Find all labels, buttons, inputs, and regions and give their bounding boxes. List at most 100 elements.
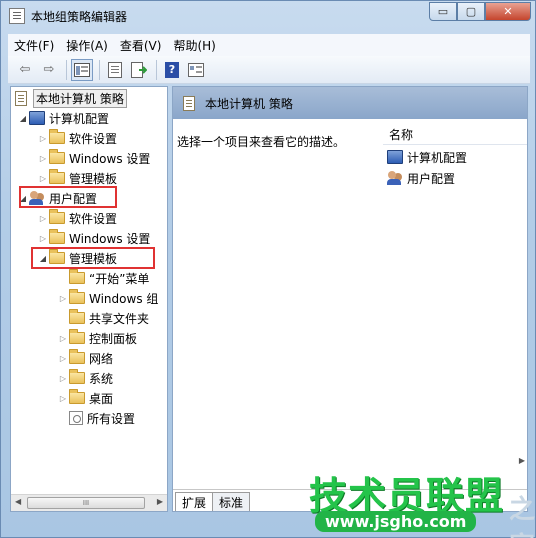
description-text: 选择一个项目来查看它的描述。: [177, 135, 346, 149]
caption-buttons: ▭ ▢ ✕: [429, 2, 531, 21]
tree-node-computer-config[interactable]: ◢ 计算机配置: [17, 108, 109, 128]
collapsed-arrow-icon[interactable]: ▷: [37, 154, 49, 163]
tab-extended[interactable]: 扩展: [175, 492, 214, 511]
tree-node-windows-settings[interactable]: ▷ Windows 设置: [37, 148, 150, 168]
folder-icon: [69, 289, 85, 304]
folder-icon: [49, 229, 65, 244]
list-item-label: 计算机配置: [407, 150, 468, 165]
tree-node-admin-templates[interactable]: ▷ 管理模板: [37, 168, 117, 188]
details-pane: 本地计算机 策略 选择一个项目来查看它的描述。 名称 计算机配置 用户配置 ▶ …: [172, 86, 528, 512]
tree-node-label: 共享文件夹: [89, 311, 150, 326]
console-tree-icon: [74, 62, 90, 77]
minimize-button[interactable]: ▭: [429, 2, 457, 21]
folder-icon: [49, 129, 65, 144]
collapsed-arrow-icon[interactable]: ▷: [37, 234, 49, 243]
collapsed-arrow-icon[interactable]: ▷: [57, 394, 69, 403]
tree-node-software-settings[interactable]: ▷ 软件设置: [37, 208, 117, 228]
scroll-left-icon[interactable]: ◀: [15, 497, 21, 506]
tree-node-windows-settings[interactable]: ▷ Windows 设置: [37, 228, 150, 248]
back-button[interactable]: ⇦: [14, 59, 36, 81]
help-button[interactable]: ?: [161, 59, 183, 81]
tree-node-windows-components[interactable]: ▷ Windows 组: [57, 288, 158, 308]
toolbar-separator: [156, 59, 157, 80]
list-item-computer-config[interactable]: 计算机配置: [387, 147, 467, 167]
list-item-user-config[interactable]: 用户配置: [387, 168, 455, 188]
details-title: 本地计算机 策略: [205, 96, 293, 111]
export-list-icon: [131, 61, 147, 78]
properties-icon: [108, 61, 122, 78]
tree-node-label: Windows 组: [89, 291, 159, 306]
folder-icon: [69, 349, 85, 364]
collapsed-arrow-icon[interactable]: ▷: [57, 294, 69, 303]
tree-node-label: 控制面板: [89, 331, 138, 346]
tree-node-label: 桌面: [89, 391, 114, 406]
folder-icon: [69, 389, 85, 404]
item-list: 名称 计算机配置 用户配置: [383, 125, 527, 505]
users-icon: [387, 170, 403, 186]
tree-node-label: 软件设置: [69, 211, 118, 226]
window-title: 本地组策略编辑器: [31, 10, 128, 24]
help-icon: ?: [165, 61, 179, 78]
tree-node-desktop[interactable]: ▷ 桌面: [57, 388, 113, 408]
tree-node-shared-folders[interactable]: 共享文件夹: [57, 308, 149, 328]
scrollbar-grip: III: [82, 499, 90, 507]
collapsed-arrow-icon[interactable]: ▷: [37, 134, 49, 143]
toolbar-separator: [66, 59, 67, 80]
menu-file[interactable]: 文件(F): [8, 37, 60, 54]
tree-node-label: 软件设置: [69, 131, 118, 146]
scroll-right-icon[interactable]: ▶: [519, 456, 525, 465]
back-arrow-icon: ⇦: [19, 62, 31, 77]
menu-bar: 文件(F) 操作(A) 查看(V) 帮助(H): [8, 34, 530, 56]
title-bar: 本地组策略编辑器 ▭ ▢ ✕: [1, 1, 536, 31]
menu-action[interactable]: 操作(A): [60, 37, 114, 54]
tree-node-network[interactable]: ▷ 网络: [57, 348, 113, 368]
menu-help[interactable]: 帮助(H): [167, 37, 221, 54]
menu-view[interactable]: 查看(V): [114, 37, 168, 54]
tree-node-software-settings[interactable]: ▷ 软件设置: [37, 128, 117, 148]
collapsed-arrow-icon[interactable]: ▷: [37, 214, 49, 223]
console-tree: 本地计算机 策略 ◢ 计算机配置 ▷ 软件设置 ▷ Windows 设置 ▷ 管…: [10, 86, 168, 512]
filter-view-button[interactable]: [185, 59, 207, 81]
list-item-label: 用户配置: [407, 171, 456, 186]
tree-node-start-menu[interactable]: “开始”菜单: [57, 268, 149, 288]
properties-button[interactable]: [104, 59, 126, 81]
collapsed-arrow-icon[interactable]: ▷: [57, 354, 69, 363]
tree-horizontal-scrollbar[interactable]: ◀ III ▶: [11, 494, 167, 511]
scroll-right-icon[interactable]: ▶: [157, 497, 163, 506]
policy-document-icon: [183, 95, 195, 111]
collapsed-arrow-icon[interactable]: ▷: [57, 334, 69, 343]
watermark-extra-text: 之家: [509, 495, 536, 538]
tree-node-label: 系统: [89, 371, 114, 386]
policy-editor-icon: [9, 8, 25, 24]
folder-icon: [69, 329, 85, 344]
tree-node-label: 所有设置: [87, 411, 136, 426]
forward-arrow-icon: ⇨: [43, 62, 55, 77]
close-button[interactable]: ✕: [485, 2, 531, 21]
collapsed-arrow-icon[interactable]: ▷: [57, 374, 69, 383]
forward-button[interactable]: ⇨: [38, 59, 60, 81]
filter-view-icon: [188, 62, 204, 77]
scrollbar-thumb[interactable]: III: [27, 497, 145, 509]
export-list-button[interactable]: [128, 59, 150, 81]
folder-icon: [49, 169, 65, 184]
tree-node-label: Windows 设置: [69, 151, 151, 166]
tree-node-label: “开始”菜单: [89, 271, 150, 286]
tree-node-label: 计算机配置: [49, 111, 110, 126]
tree-node-all-settings[interactable]: 所有设置: [57, 408, 135, 428]
collapsed-arrow-icon[interactable]: ▷: [37, 174, 49, 183]
maximize-icon: ▢: [465, 5, 477, 18]
maximize-button[interactable]: ▢: [457, 2, 485, 21]
tree-node-root[interactable]: 本地计算机 策略: [15, 88, 127, 108]
folder-icon: [69, 309, 85, 324]
close-icon: ✕: [503, 5, 513, 18]
tree-node-control-panel[interactable]: ▷ 控制面板: [57, 328, 137, 348]
tab-standard[interactable]: 标准: [212, 492, 251, 511]
details-header: 本地计算机 策略: [173, 87, 527, 119]
column-header-name[interactable]: 名称: [383, 125, 527, 145]
minimize-icon: ▭: [437, 5, 449, 18]
show-hide-tree-button[interactable]: [71, 58, 93, 81]
app-window: 本地组策略编辑器 ▭ ▢ ✕ 文件(F) 操作(A) 查看(V) 帮助(H) ⇦…: [0, 0, 536, 538]
expanded-arrow-icon[interactable]: ◢: [17, 114, 29, 123]
computer-icon: [29, 111, 45, 125]
tree-node-system[interactable]: ▷ 系统: [57, 368, 113, 388]
